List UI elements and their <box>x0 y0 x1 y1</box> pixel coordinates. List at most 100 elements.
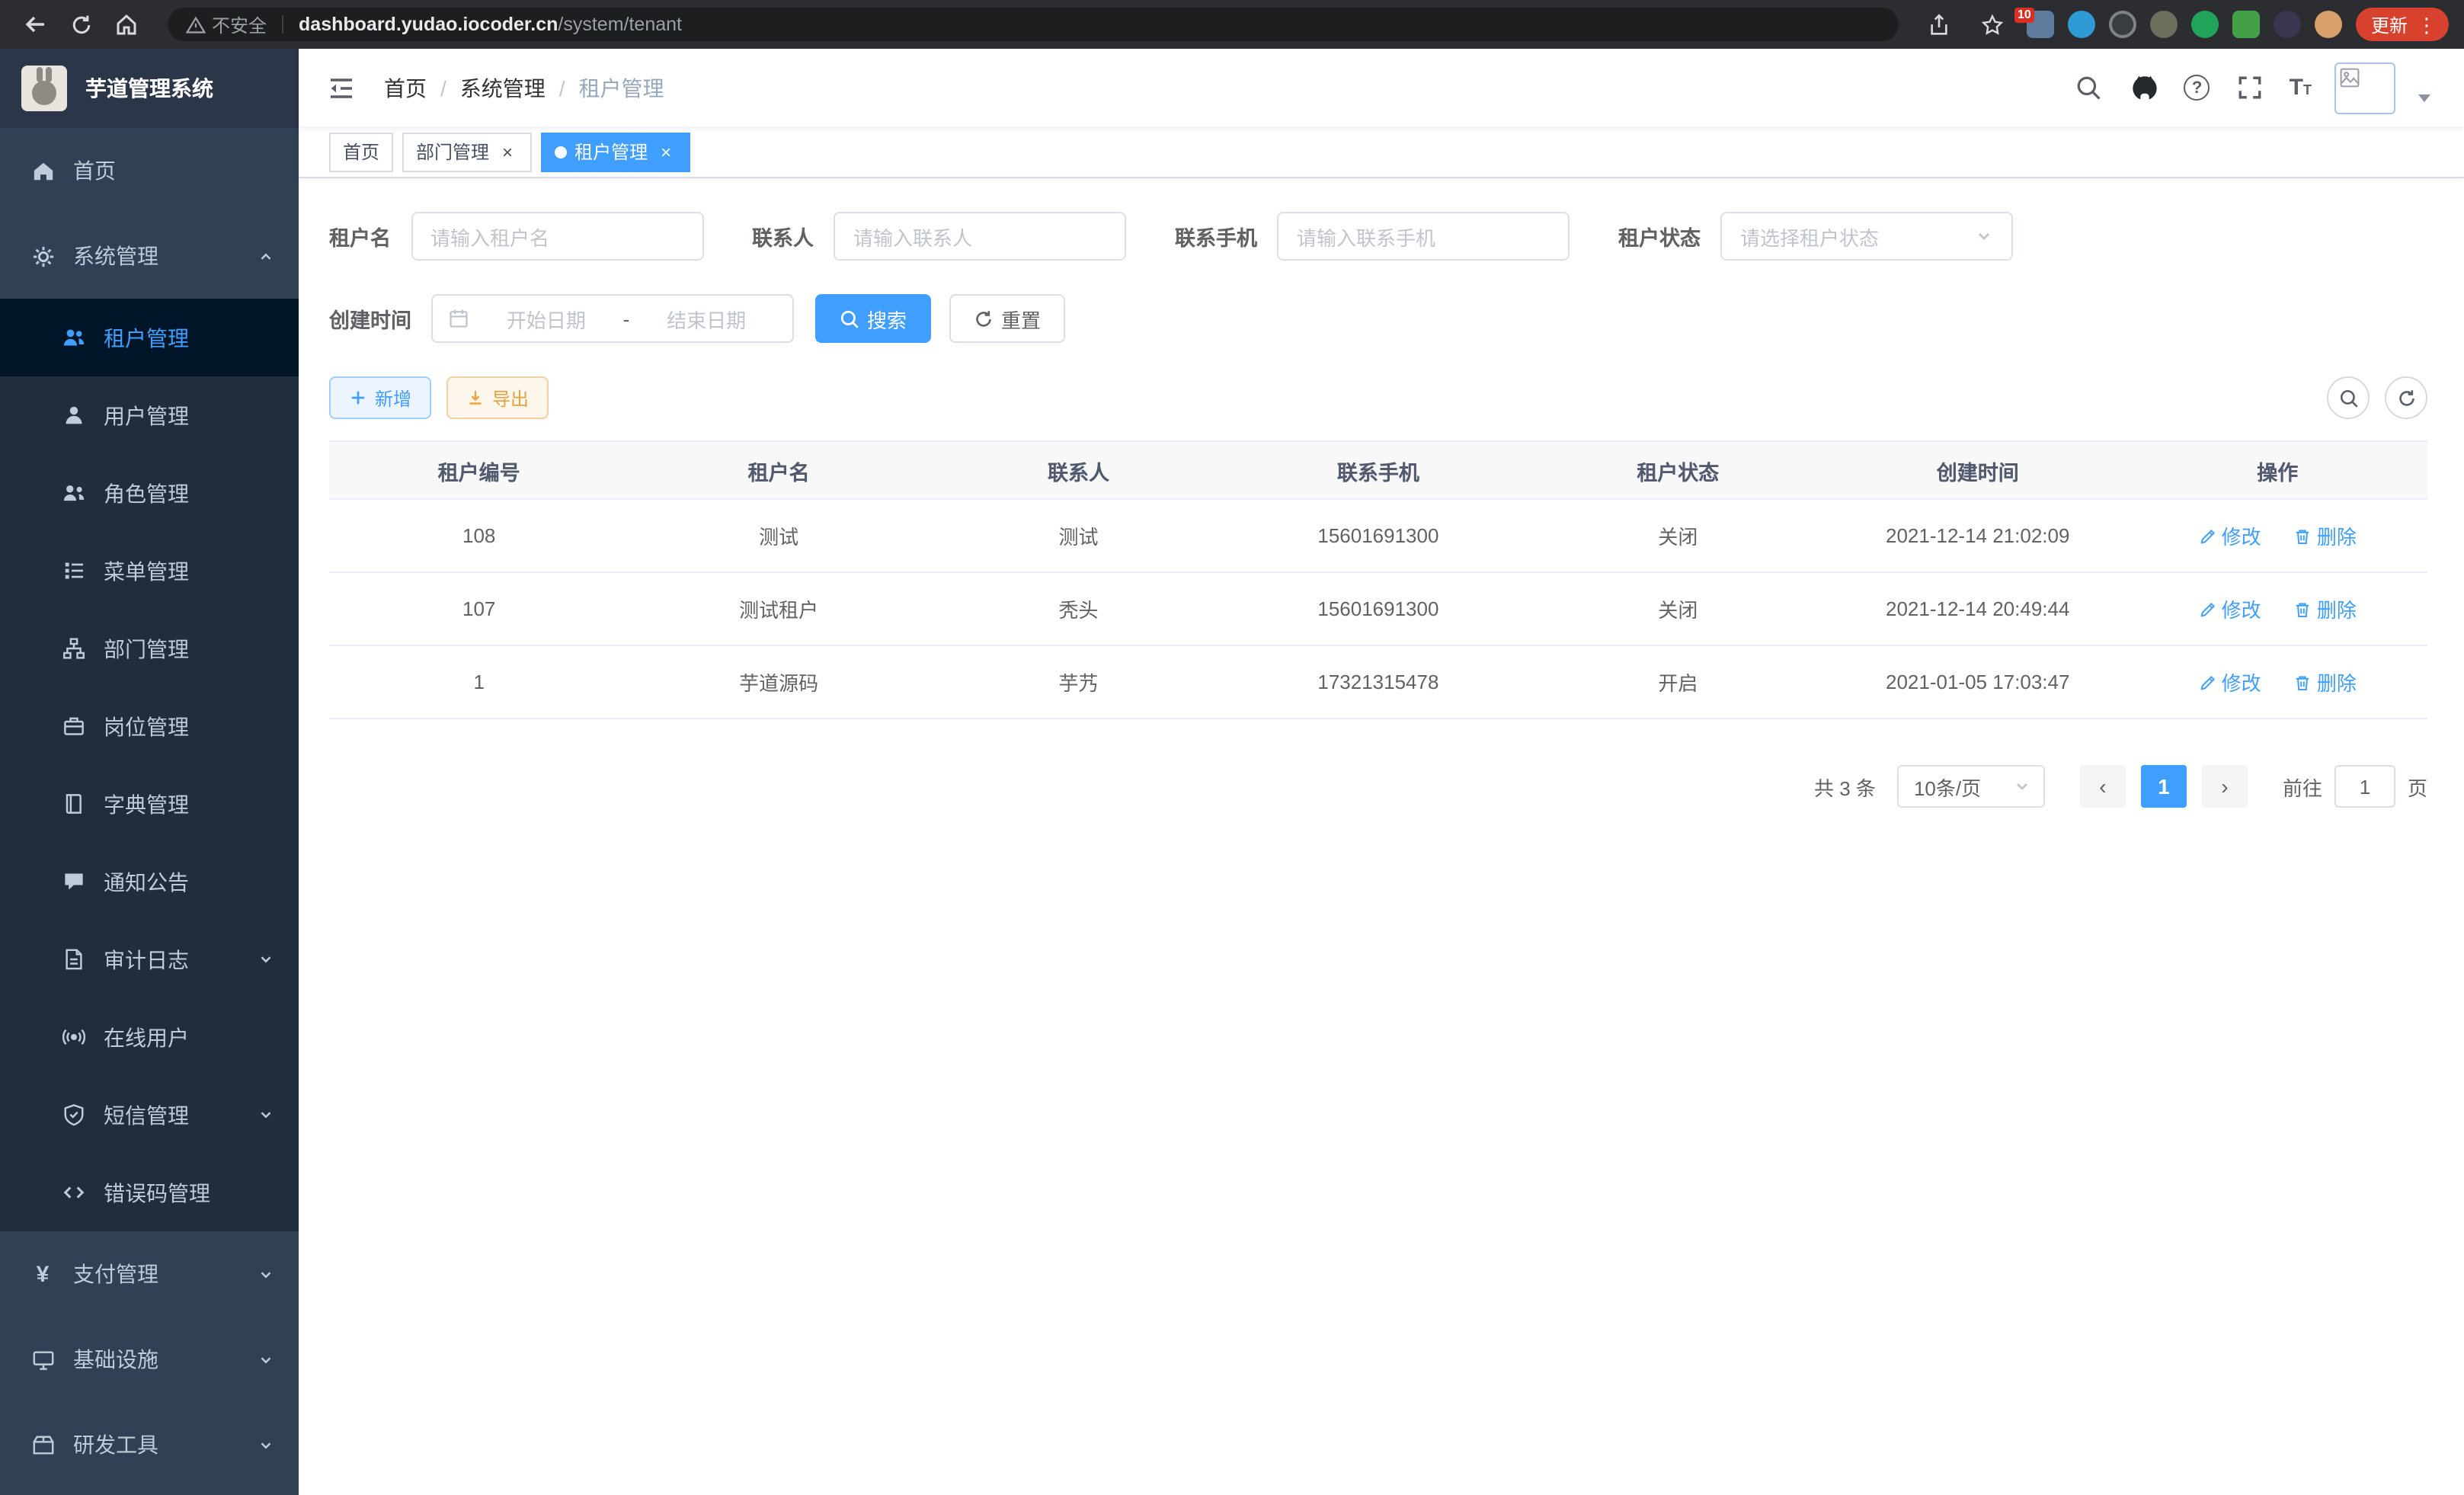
status-select[interactable]: 请选择租户状态 <box>1720 212 2013 261</box>
extension-icon[interactable] <box>2191 11 2219 38</box>
sidebar-item-label: 基础设施 <box>73 1344 158 1375</box>
sidebar-item-system[interactable]: 系统管理 <box>0 213 299 299</box>
tab-home[interactable]: 首页 <box>329 132 393 171</box>
chevron-down-icon <box>1975 227 1993 245</box>
app-title: 芋道管理系统 <box>85 73 213 104</box>
extension-icon[interactable] <box>2232 11 2260 38</box>
extension-icon[interactable] <box>2068 11 2095 38</box>
sidebar-item-label: 首页 <box>73 155 116 186</box>
extension-icon[interactable] <box>2150 11 2178 38</box>
tab-close-icon[interactable]: × <box>497 141 518 162</box>
mobile-input[interactable]: 请输入联系手机 <box>1277 212 1570 261</box>
breadcrumb-home[interactable]: 首页 <box>384 72 427 103</box>
edit-link[interactable]: 修改 <box>2199 594 2261 623</box>
next-page-button[interactable]: › <box>2202 765 2248 808</box>
avatar-caret-icon[interactable] <box>2418 94 2430 102</box>
reset-button-label: 重置 <box>1001 304 1041 333</box>
sidebar-item-post-mgmt[interactable]: 岗位管理 <box>0 687 299 765</box>
sidebar-item-user-mgmt[interactable]: 用户管理 <box>0 376 299 454</box>
input-placeholder: 请输入联系人 <box>853 222 972 251</box>
sidebar-item-notice[interactable]: 通知公告 <box>0 843 299 920</box>
tab-close-icon[interactable]: × <box>655 141 677 162</box>
sidebar-item-dept-mgmt[interactable]: 部门管理 <box>0 610 299 687</box>
sidebar-item-tenant-mgmt[interactable]: 租户管理 <box>0 299 299 376</box>
delete-link[interactable]: 删除 <box>2294 521 2357 550</box>
sidebar-item-label: 审计日志 <box>104 944 189 975</box>
browser-menu-icon[interactable]: ⋮ <box>2417 14 2437 34</box>
sidebar-item-label: 租户管理 <box>104 322 189 353</box>
cell-contact: 秃头 <box>929 572 1228 645</box>
delete-link[interactable]: 删除 <box>2294 667 2357 696</box>
fullscreen-icon[interactable] <box>2233 71 2267 104</box>
sidebar-fold-icon[interactable] <box>320 66 363 109</box>
extension-icon[interactable] <box>2274 11 2301 38</box>
download-icon <box>466 389 485 407</box>
help-icon[interactable]: ? <box>2184 75 2210 101</box>
column-header: 操作 <box>2127 441 2427 499</box>
column-header: 联系人 <box>929 441 1228 499</box>
security-warning-label: 不安全 <box>212 11 267 37</box>
page-number-button[interactable]: 1 <box>2141 765 2187 808</box>
sidebar-item-error-code-mgmt[interactable]: 错误码管理 <box>0 1154 299 1231</box>
app-logo[interactable]: 芋道管理系统 <box>0 49 299 128</box>
prev-page-button[interactable]: ‹ <box>2080 765 2126 808</box>
user-avatar[interactable] <box>2334 62 2395 114</box>
extension-icon[interactable] <box>2109 11 2136 38</box>
cell-contact: 芋艿 <box>929 645 1228 719</box>
extension-icon[interactable]: 10 <box>2027 11 2054 38</box>
search-icon <box>2338 388 2358 408</box>
edit-link[interactable]: 修改 <box>2199 667 2261 696</box>
tab-label: 租户管理 <box>574 139 648 165</box>
tenant-name-input[interactable]: 请输入租户名 <box>411 212 703 261</box>
github-icon[interactable] <box>2128 71 2162 104</box>
security-warning[interactable]: 不安全 <box>186 11 267 37</box>
goto-page-input[interactable] <box>2334 765 2395 808</box>
sidebar-item-dev-tools[interactable]: 研发工具 <box>0 1402 299 1487</box>
browser-update-button[interactable]: 更新 ⋮ <box>2356 8 2449 41</box>
edit-pencil-icon <box>2199 527 2217 545</box>
home-icon[interactable] <box>107 5 146 44</box>
sidebar-item-home[interactable]: 首页 <box>0 128 299 213</box>
address-bar[interactable]: 不安全 dashboard.yudao.iocoder.cn/system/te… <box>168 8 1899 41</box>
chevron-down-icon <box>258 951 274 968</box>
sidebar-item-sms-mgmt[interactable]: 短信管理 <box>0 1076 299 1154</box>
refresh-table-button[interactable] <box>2385 376 2427 419</box>
tab-tenant-mgmt[interactable]: 租户管理 × <box>541 132 690 171</box>
page-size-value: 10条/页 <box>1914 772 1981 801</box>
extension-icon[interactable] <box>2315 11 2342 38</box>
font-size-icon[interactable]: TT <box>2290 75 2312 101</box>
sidebar-item-online-users[interactable]: 在线用户 <box>0 998 299 1076</box>
plus-icon <box>349 389 367 407</box>
header-search-icon[interactable] <box>2072 71 2105 104</box>
sidebar-item-role-mgmt[interactable]: 角色管理 <box>0 454 299 532</box>
breadcrumb-separator: / <box>440 75 446 100</box>
reset-button[interactable]: 重置 <box>949 294 1065 343</box>
sidebar-item-label: 字典管理 <box>104 789 189 819</box>
table-header-row: 租户编号 租户名 联系人 联系手机 租户状态 创建时间 操作 <box>329 441 2427 499</box>
cell-mobile: 15601691300 <box>1228 499 1528 572</box>
sidebar-item-audit-log[interactable]: 审计日志 <box>0 920 299 998</box>
edit-link[interactable]: 修改 <box>2199 521 2261 550</box>
export-button[interactable]: 导出 <box>446 376 549 419</box>
reload-icon[interactable] <box>61 5 101 44</box>
filter-mobile: 联系手机 请输入联系手机 <box>1175 212 1570 261</box>
create-time-range-picker[interactable]: 开始日期 - 结束日期 <box>431 294 794 343</box>
table-toolbar: 新增 导出 <box>329 376 2427 419</box>
breadcrumb-system[interactable]: 系统管理 <box>460 72 546 103</box>
sidebar-item-payment-mgmt[interactable]: ¥ 支付管理 <box>0 1231 299 1317</box>
document-icon <box>61 947 85 972</box>
tab-dept-mgmt[interactable]: 部门管理 × <box>402 132 532 171</box>
sidebar-item-label: 系统管理 <box>73 241 158 271</box>
sidebar-item-menu-mgmt[interactable]: 菜单管理 <box>0 532 299 610</box>
delete-link[interactable]: 删除 <box>2294 594 2357 623</box>
page-size-select[interactable]: 10条/页 <box>1897 765 2045 808</box>
add-button[interactable]: 新增 <box>329 376 431 419</box>
sidebar-item-dict-mgmt[interactable]: 字典管理 <box>0 765 299 843</box>
share-icon[interactable] <box>1920 5 1960 44</box>
contact-input[interactable]: 请输入联系人 <box>834 212 1126 261</box>
sidebar-item-infrastructure[interactable]: 基础设施 <box>0 1317 299 1402</box>
back-icon[interactable] <box>15 5 55 44</box>
bookmark-star-icon[interactable] <box>1973 5 2013 44</box>
search-button[interactable]: 搜索 <box>815 294 931 343</box>
toggle-search-button[interactable] <box>2327 376 2370 419</box>
